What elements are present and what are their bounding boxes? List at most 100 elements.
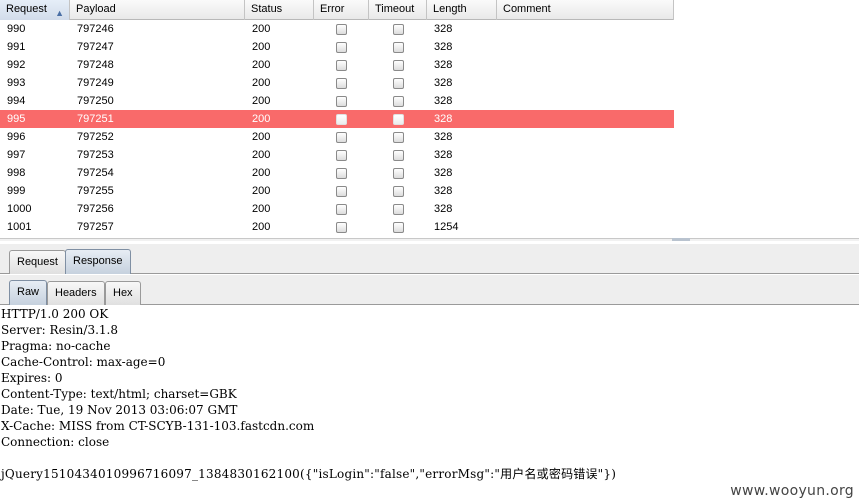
cell-request: 1000 (7, 203, 32, 215)
column-header-request[interactable]: Request ▲ (0, 0, 70, 20)
table-row[interactable]: 1001 797257 200 1254 (0, 218, 674, 236)
cell-length: 328 (434, 149, 453, 161)
cell-length: 328 (434, 77, 453, 89)
split-pane-divider[interactable] (0, 238, 859, 241)
response-header-line: Date: Tue, 19 Nov 2013 03:06:07 GMT (1, 403, 238, 417)
cell-status: 200 (252, 23, 271, 35)
sort-ascending-icon: ▲ (55, 8, 64, 18)
tab-hex[interactable]: Hex (105, 281, 141, 305)
error-checkbox (336, 41, 347, 53)
cell-comment (497, 164, 674, 182)
cell-timeout (369, 74, 427, 92)
cell-status: 200 (252, 113, 271, 125)
cell-comment (497, 200, 674, 218)
table-row[interactable]: 997 797253 200 328 (0, 146, 674, 164)
scrollbar-thumb[interactable] (672, 238, 690, 241)
cell-timeout (369, 110, 427, 128)
cell-length: 328 (434, 41, 453, 53)
cell-timeout (369, 146, 427, 164)
cell-payload: 797257 (77, 221, 114, 233)
cell-error (314, 38, 369, 56)
cell-status: 200 (252, 131, 271, 143)
cell-status: 200 (252, 221, 271, 233)
table-row-selected[interactable]: 995 797251 200 328 (0, 110, 674, 128)
cell-error (314, 128, 369, 146)
cell-length: 328 (434, 131, 453, 143)
cell-timeout (369, 56, 427, 74)
table-row[interactable]: 990 797246 200 328 (0, 20, 674, 38)
response-header-line: Content-Type: text/html; charset=GBK (1, 387, 237, 401)
cell-request: 997 (7, 149, 26, 161)
view-tabbar: Raw Headers Hex (0, 275, 859, 305)
cell-payload: 797256 (77, 203, 114, 215)
cell-comment (497, 38, 674, 56)
table-row[interactable]: 993 797249 200 328 (0, 74, 674, 92)
column-header-label: Error (320, 3, 345, 15)
cell-request: 1001 (7, 221, 32, 233)
response-header-line: Cache-Control: max-age=0 (1, 355, 166, 369)
cell-request: 991 (7, 41, 26, 53)
cell-status: 200 (252, 41, 271, 53)
timeout-checkbox (392, 95, 404, 107)
cell-length: 328 (434, 203, 453, 215)
table-row[interactable]: 1000 797256 200 328 (0, 200, 674, 218)
column-header-error[interactable]: Error (314, 0, 369, 20)
table-row[interactable]: 991 797247 200 328 (0, 38, 674, 56)
table-row[interactable]: 996 797252 200 328 (0, 128, 674, 146)
timeout-checkbox (392, 167, 404, 179)
response-body-text: jQuery1510434010996716097_1384830162100(… (1, 467, 617, 481)
results-table: Request ▲ Payload Status Error Timeout L… (0, 0, 674, 236)
cell-length: 328 (434, 95, 453, 107)
cell-payload: 797252 (77, 131, 114, 143)
column-header-payload[interactable]: Payload (70, 0, 245, 20)
cell-status: 200 (252, 185, 271, 197)
response-header-line: Server: Resin/3.1.8 (1, 323, 118, 337)
cell-error (314, 182, 369, 200)
column-header-label: Payload (76, 3, 116, 15)
tab-raw[interactable]: Raw (9, 280, 48, 305)
table-row[interactable]: 992 797248 200 328 (0, 56, 674, 74)
cell-comment (497, 128, 674, 146)
cell-timeout (369, 218, 427, 236)
cell-timeout (369, 128, 427, 146)
timeout-checkbox (392, 41, 404, 53)
timeout-checkbox (392, 23, 404, 35)
cell-payload: 797255 (77, 185, 114, 197)
response-header-line: Pragma: no-cache (1, 339, 111, 353)
error-checkbox (336, 59, 347, 71)
column-header-label: Length (433, 3, 467, 15)
table-row[interactable]: 998 797254 200 328 (0, 164, 674, 182)
timeout-checkbox (392, 113, 404, 125)
error-checkbox (336, 77, 347, 89)
cell-status: 200 (252, 203, 271, 215)
cell-request: 995 (7, 113, 26, 125)
cell-length: 328 (434, 113, 453, 125)
error-checkbox (336, 95, 347, 107)
column-header-label: Request (6, 3, 47, 15)
cell-length: 328 (434, 59, 453, 71)
cell-error (314, 200, 369, 218)
tab-request[interactable]: Request (9, 250, 66, 274)
cell-payload: 797247 (77, 41, 114, 53)
cell-error (314, 56, 369, 74)
column-header-length[interactable]: Length (427, 0, 497, 20)
column-header-status[interactable]: Status (245, 0, 314, 20)
response-raw-view[interactable]: HTTP/1.0 200 OK Server: Resin/3.1.8 Pragma… (0, 306, 859, 501)
column-header-label: Comment (503, 3, 551, 15)
column-header-timeout[interactable]: Timeout (369, 0, 427, 20)
error-checkbox (336, 113, 347, 125)
cell-error (314, 218, 369, 236)
table-row[interactable]: 999 797255 200 328 (0, 182, 674, 200)
tab-response[interactable]: Response (65, 249, 131, 274)
cell-error (314, 20, 369, 38)
error-checkbox (336, 185, 347, 197)
cell-status: 200 (252, 149, 271, 161)
error-checkbox (336, 149, 347, 161)
tab-headers[interactable]: Headers (47, 281, 105, 305)
cell-comment (497, 56, 674, 74)
table-header: Request ▲ Payload Status Error Timeout L… (0, 0, 674, 20)
timeout-checkbox (392, 221, 404, 233)
table-row[interactable]: 994 797250 200 328 (0, 92, 674, 110)
column-header-comment[interactable]: Comment (497, 0, 674, 20)
